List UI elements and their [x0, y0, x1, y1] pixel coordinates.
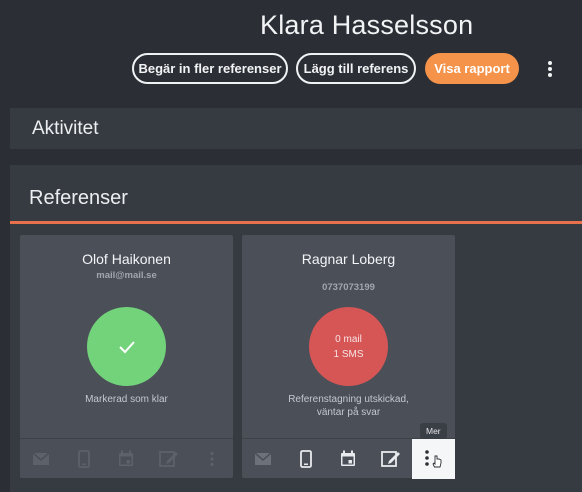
- reference-card: Olof Haikonen mail@mail.se Markerad som …: [20, 235, 233, 478]
- references-title: Referenser: [29, 187, 128, 209]
- check-icon: [118, 340, 135, 353]
- section-accent-line: [10, 221, 582, 224]
- status-text: väntar på svar: [316, 407, 381, 418]
- calendar-icon[interactable]: [327, 439, 370, 479]
- reference-name: Ragnar Loberg: [301, 251, 396, 267]
- mail-icon[interactable]: [242, 439, 285, 479]
- mail-icon[interactable]: [20, 439, 63, 479]
- reference-contact: mail@mail.se: [96, 270, 157, 281]
- more-vertical-icon[interactable]: [412, 438, 455, 479]
- edit-icon[interactable]: [370, 439, 413, 479]
- status-text: Referenstagning utskickad,: [288, 394, 409, 405]
- status-circle: 0 mail 1 SMS: [309, 307, 388, 386]
- activity-title: Aktivitet: [32, 118, 99, 139]
- card-footer: [242, 438, 455, 479]
- status-text: Markerad som klar: [85, 394, 168, 405]
- card-footer: [20, 438, 233, 478]
- tooltip: Mer: [420, 423, 447, 439]
- phone-icon[interactable]: [285, 439, 328, 479]
- more-vertical-icon[interactable]: [540, 59, 560, 79]
- request-more-references-button[interactable]: Begär in fler referenser: [132, 53, 288, 84]
- add-reference-button[interactable]: Lägg till referens: [296, 53, 416, 84]
- show-report-button[interactable]: Visa rapport: [425, 53, 519, 84]
- reference-name: Olof Haikonen: [82, 251, 171, 267]
- sms-count: 1 SMS: [333, 348, 364, 360]
- phone-icon[interactable]: [63, 439, 106, 479]
- calendar-icon[interactable]: [105, 439, 148, 479]
- edit-icon[interactable]: [148, 439, 191, 479]
- reference-contact: 0737073199: [322, 282, 375, 293]
- reference-card: Ragnar Loberg 0737073199 0 mail 1 SMS Re…: [242, 235, 455, 479]
- mail-count: 0 mail: [335, 333, 362, 345]
- more-vertical-icon[interactable]: [190, 439, 233, 479]
- activity-panel[interactable]: Aktivitet: [10, 108, 582, 150]
- status-circle: [87, 307, 166, 386]
- page-title: Klara Hasselsson: [260, 10, 474, 40]
